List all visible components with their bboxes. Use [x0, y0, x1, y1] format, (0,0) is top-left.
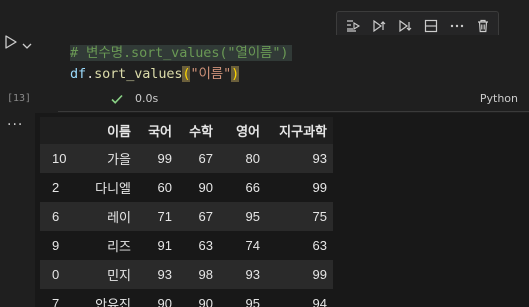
cell-divider: [58, 111, 529, 112]
table-cell: 60: [157, 180, 172, 195]
identifier-token: df: [70, 66, 87, 82]
dot-token: .: [86, 66, 95, 82]
execute-below-icon[interactable]: [392, 15, 418, 37]
table-cell: 민지: [107, 268, 131, 283]
table-cell: 75: [312, 209, 327, 224]
check-icon: [110, 91, 124, 110]
table-cell: 99: [157, 151, 172, 166]
row-index: 9: [52, 238, 60, 253]
row-index: 10: [52, 151, 67, 166]
table-cell: 93: [157, 267, 172, 282]
function-token: sort_values: [94, 66, 183, 82]
row-index: 6: [52, 209, 60, 224]
code-editor[interactable]: # 변수명.sort_values("열이름") df.sort_values(…: [58, 35, 528, 89]
table-row: 9 리즈 91 63 74 63: [40, 231, 333, 260]
table-cell: 95: [245, 296, 260, 307]
table-cell: 안유진: [95, 297, 131, 307]
table-cell: 74: [245, 238, 260, 253]
paren-close-token: ): [231, 66, 240, 82]
split-cell-icon[interactable]: [418, 15, 444, 37]
chevron-down-icon[interactable]: [22, 35, 32, 54]
output-more-icon[interactable]: ...: [7, 113, 23, 129]
table-cell: 67: [198, 209, 213, 224]
table-header-row: 이름 국어 수학 영어 지구과학: [40, 117, 333, 144]
table-cell: 91: [157, 238, 172, 253]
table-cell: 95: [245, 209, 260, 224]
row-index: 0: [52, 267, 60, 282]
execution-count: [13]: [7, 93, 32, 104]
index-header: [40, 117, 74, 144]
table-cell: 다니엘: [95, 181, 131, 196]
dataframe-table: 이름 국어 수학 영어 지구과학 10 가을 99 67 80 93 2 다니엘…: [40, 117, 333, 307]
run-cell-area: [4, 34, 32, 54]
table-row: 10 가을 99 67 80 93: [40, 144, 333, 173]
column-header: 수학: [189, 124, 213, 139]
delete-icon[interactable]: [470, 15, 496, 37]
table-cell: 99: [312, 180, 327, 195]
table-cell: 94: [312, 296, 327, 307]
code-line-statement[interactable]: df.sort_values("이름"): [70, 64, 239, 84]
table-cell: 가을: [107, 152, 131, 167]
table-cell: 90: [198, 180, 213, 195]
table-cell: 레이: [107, 210, 131, 225]
cell-status-bar: 0.0s Python: [58, 89, 528, 109]
code-line-comment[interactable]: # 변수명.sort_values("열이름"): [70, 43, 293, 63]
table-cell: 90: [198, 296, 213, 307]
table-cell: 63: [198, 238, 213, 253]
table-cell: 71: [157, 209, 172, 224]
table-row: 2 다니엘 60 90 66 99: [40, 173, 333, 202]
table-cell: 리즈: [107, 239, 131, 254]
column-header: 영어: [236, 124, 260, 139]
table-cell: 67: [198, 151, 213, 166]
table-cell: 93: [312, 151, 327, 166]
table-cell: 63: [312, 238, 327, 253]
table-row: 6 레이 71 67 95 75: [40, 202, 333, 231]
language-label[interactable]: Python: [480, 92, 518, 105]
column-header: 지구과학: [279, 124, 327, 139]
table-cell: 90: [157, 296, 172, 307]
table-cell: 66: [245, 180, 260, 195]
table-cell: 93: [245, 267, 260, 282]
execution-duration: 0.0s: [135, 92, 159, 105]
row-index: 2: [52, 180, 60, 195]
column-header: 이름: [107, 124, 131, 139]
run-cell-icon[interactable]: [4, 34, 18, 54]
string-token: "이름": [190, 66, 232, 82]
more-icon[interactable]: [444, 15, 470, 37]
table-row: 7 안유진 90 90 95 94: [40, 289, 333, 307]
execute-above-icon[interactable]: [366, 15, 392, 37]
comment-text: # 변수명.sort_values("열이름"): [70, 45, 293, 61]
table-cell: 98: [198, 267, 213, 282]
row-index: 7: [52, 296, 60, 307]
run-by-line-icon[interactable]: [340, 15, 366, 37]
table-cell: 80: [245, 151, 260, 166]
column-header: 국어: [148, 124, 172, 139]
table-row: 0 민지 93 98 93 99: [40, 260, 333, 289]
table-cell: 99: [312, 267, 327, 282]
